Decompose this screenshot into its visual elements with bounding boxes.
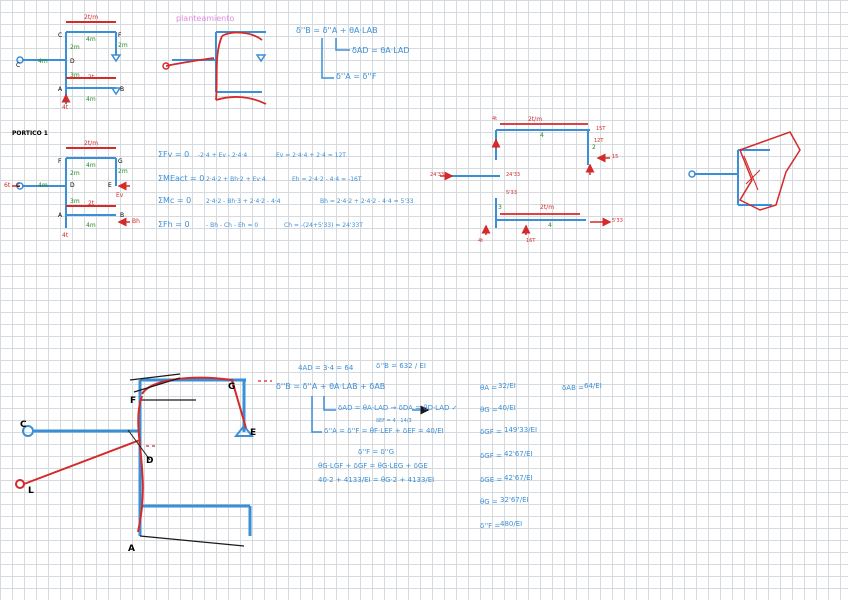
result-key: θG = bbox=[480, 406, 498, 414]
equilibrium-mid: -2·4 + Ev - 2·4·4 bbox=[198, 152, 248, 159]
result-value: 42'67/EI bbox=[504, 474, 533, 482]
fbd-label: 5'33 bbox=[506, 190, 517, 196]
node-label: G bbox=[118, 158, 123, 165]
node-label: F bbox=[58, 158, 62, 165]
fbd-label: 2 bbox=[592, 144, 596, 151]
node-label: D bbox=[70, 182, 75, 189]
node-label: D bbox=[146, 456, 154, 466]
node-label: C bbox=[20, 420, 27, 430]
result-key: δGF = bbox=[480, 428, 502, 436]
dim-label: 4t bbox=[62, 104, 69, 111]
node-label: A bbox=[58, 86, 63, 93]
node-label: L bbox=[28, 486, 34, 496]
fbd-label: 24'33 bbox=[430, 172, 445, 178]
node-label: F bbox=[130, 396, 137, 406]
equation-1: δ''B = δ''A + θA·LAB bbox=[296, 26, 378, 35]
result-key: δ''F = bbox=[480, 522, 501, 530]
fbd-label: 2t/m bbox=[528, 116, 543, 123]
fbd-label: 4 bbox=[548, 222, 552, 229]
result-value: 480/EI bbox=[500, 520, 523, 528]
result-key: δGF = bbox=[480, 452, 502, 460]
node-label: C bbox=[16, 62, 21, 69]
dim-label: 4m bbox=[38, 182, 48, 189]
fbd-label: 16T bbox=[526, 238, 536, 244]
node-label: F bbox=[118, 32, 122, 39]
equilibrium-mid: 2·4·2 + Bh·2 + Ev·4 bbox=[206, 176, 266, 183]
equilibrium-lhs: ΣFh = 0 bbox=[158, 220, 190, 229]
node-label: E bbox=[250, 428, 257, 438]
equilibrium-mid: - Bh - Ch - Eh = 0 bbox=[206, 222, 259, 229]
sub-equation: δ''A = δ''F = θF·LEF + δEF = 40/EI bbox=[324, 427, 444, 435]
force-label: Ev bbox=[116, 192, 124, 199]
node-label: A bbox=[58, 212, 63, 219]
dim-label: 2m bbox=[70, 170, 80, 177]
sub-equation: δ''F = δ''G bbox=[358, 448, 395, 456]
result-key: θA = bbox=[480, 384, 498, 392]
force-label: Bh bbox=[132, 218, 140, 225]
fbd-label: 4t bbox=[478, 238, 484, 244]
node-label: A bbox=[128, 544, 135, 554]
equilibrium-rhs: Ch = -(24+5'33) = 24'33T bbox=[284, 222, 363, 229]
load-label: 2t/m bbox=[84, 14, 99, 21]
dim-label: 3m bbox=[70, 198, 80, 205]
node-label: C bbox=[58, 32, 63, 39]
result-value: 149'33/EI bbox=[504, 426, 538, 434]
fbd-label: 5'33 bbox=[612, 218, 623, 224]
fbd-label: 3 bbox=[498, 204, 502, 211]
dim-label: 2m bbox=[118, 42, 128, 49]
dim-label: 2t bbox=[88, 74, 95, 81]
section-title: PORTICO 1 bbox=[12, 130, 48, 137]
node-label: B bbox=[120, 212, 125, 219]
fbd-label: 15T bbox=[596, 126, 606, 132]
result-value: 40/EI bbox=[498, 404, 516, 412]
dim-label: 4m bbox=[86, 96, 96, 103]
equilibrium-rhs: Bh = 2·4·2 + 2·4·2 - 4·4 = 5'33 bbox=[320, 198, 414, 205]
main-equation: δ''B = δ''A + θA·LAB + δAB bbox=[276, 382, 386, 391]
dim-label: 4m bbox=[86, 36, 96, 43]
equilibrium-lhs: ΣFv = 0 bbox=[158, 150, 190, 159]
dim-label: 4m bbox=[38, 58, 48, 65]
node-label: C bbox=[16, 182, 21, 189]
fbd-label: 2t/m bbox=[540, 204, 555, 211]
load-label: 2t/m bbox=[84, 140, 99, 147]
side-result-key: δAB = bbox=[562, 384, 584, 392]
page-heading: planteamiento bbox=[176, 14, 235, 23]
equation-2: δAD = θA·LAD bbox=[352, 46, 410, 55]
equilibrium-mid: 2·4·2 - Bh·3 + 2·4·2 - 4·4 bbox=[206, 198, 281, 205]
dim-label: 4m bbox=[86, 162, 96, 169]
sub-equation: δEF = 4 · 14/3 bbox=[376, 418, 412, 424]
dim-label: 3m bbox=[70, 72, 80, 79]
dim-label: 2m bbox=[70, 44, 80, 51]
formula-top-right: δ''B = 632 / EI bbox=[376, 362, 426, 370]
result-value: 42'67/EI bbox=[504, 450, 533, 458]
equilibrium-rhs: Ev = 2·4·4 + 2·4 = 12T bbox=[276, 152, 346, 159]
node-label: E bbox=[108, 182, 112, 189]
equation-3: δ''A = δ''F bbox=[336, 72, 377, 81]
fbd-label: 4t bbox=[492, 116, 498, 122]
dim-label: 2t bbox=[88, 200, 95, 207]
force-label: 6t bbox=[4, 182, 11, 189]
dim-label: 4m bbox=[86, 222, 96, 229]
sub-equation: 40·2 + 4133/EI = θG·2 + 4133/EI bbox=[318, 476, 435, 484]
fbd-label: 24'33 bbox=[506, 172, 521, 178]
sub-equation: δAD = θA·LAD → δDA = θD·LAD ✓ bbox=[338, 404, 458, 412]
fbd-label: 15 bbox=[612, 154, 619, 160]
node-label: G bbox=[228, 382, 236, 392]
sub-equation: θG·LGF + δGF = θG·LEG + δGE bbox=[318, 462, 428, 470]
dim-label: 4t bbox=[62, 232, 69, 239]
equilibrium-lhs: ΣMEact = 0 bbox=[158, 174, 205, 183]
equilibrium-lhs: ΣMc = 0 bbox=[158, 196, 192, 205]
result-key: δGE = bbox=[480, 476, 503, 484]
node-label: B bbox=[120, 86, 125, 93]
notes-page: planteamiento 2t/m C F C D A B 4m 4m 2m … bbox=[0, 0, 848, 600]
formula-top: 4AD = 3·4 = 64 bbox=[298, 364, 354, 372]
node-label: D bbox=[70, 58, 75, 65]
side-result-value: 64/EI bbox=[584, 382, 602, 390]
result-value: 32/EI bbox=[498, 382, 516, 390]
fbd-label: 4 bbox=[540, 132, 544, 139]
dim-label: 2m bbox=[118, 168, 128, 175]
result-key: θG = bbox=[480, 498, 498, 506]
result-value: 32'67/EI bbox=[500, 496, 529, 504]
equilibrium-rhs: Eh = 2·4·2 - 4·4 = -16T bbox=[292, 176, 362, 183]
